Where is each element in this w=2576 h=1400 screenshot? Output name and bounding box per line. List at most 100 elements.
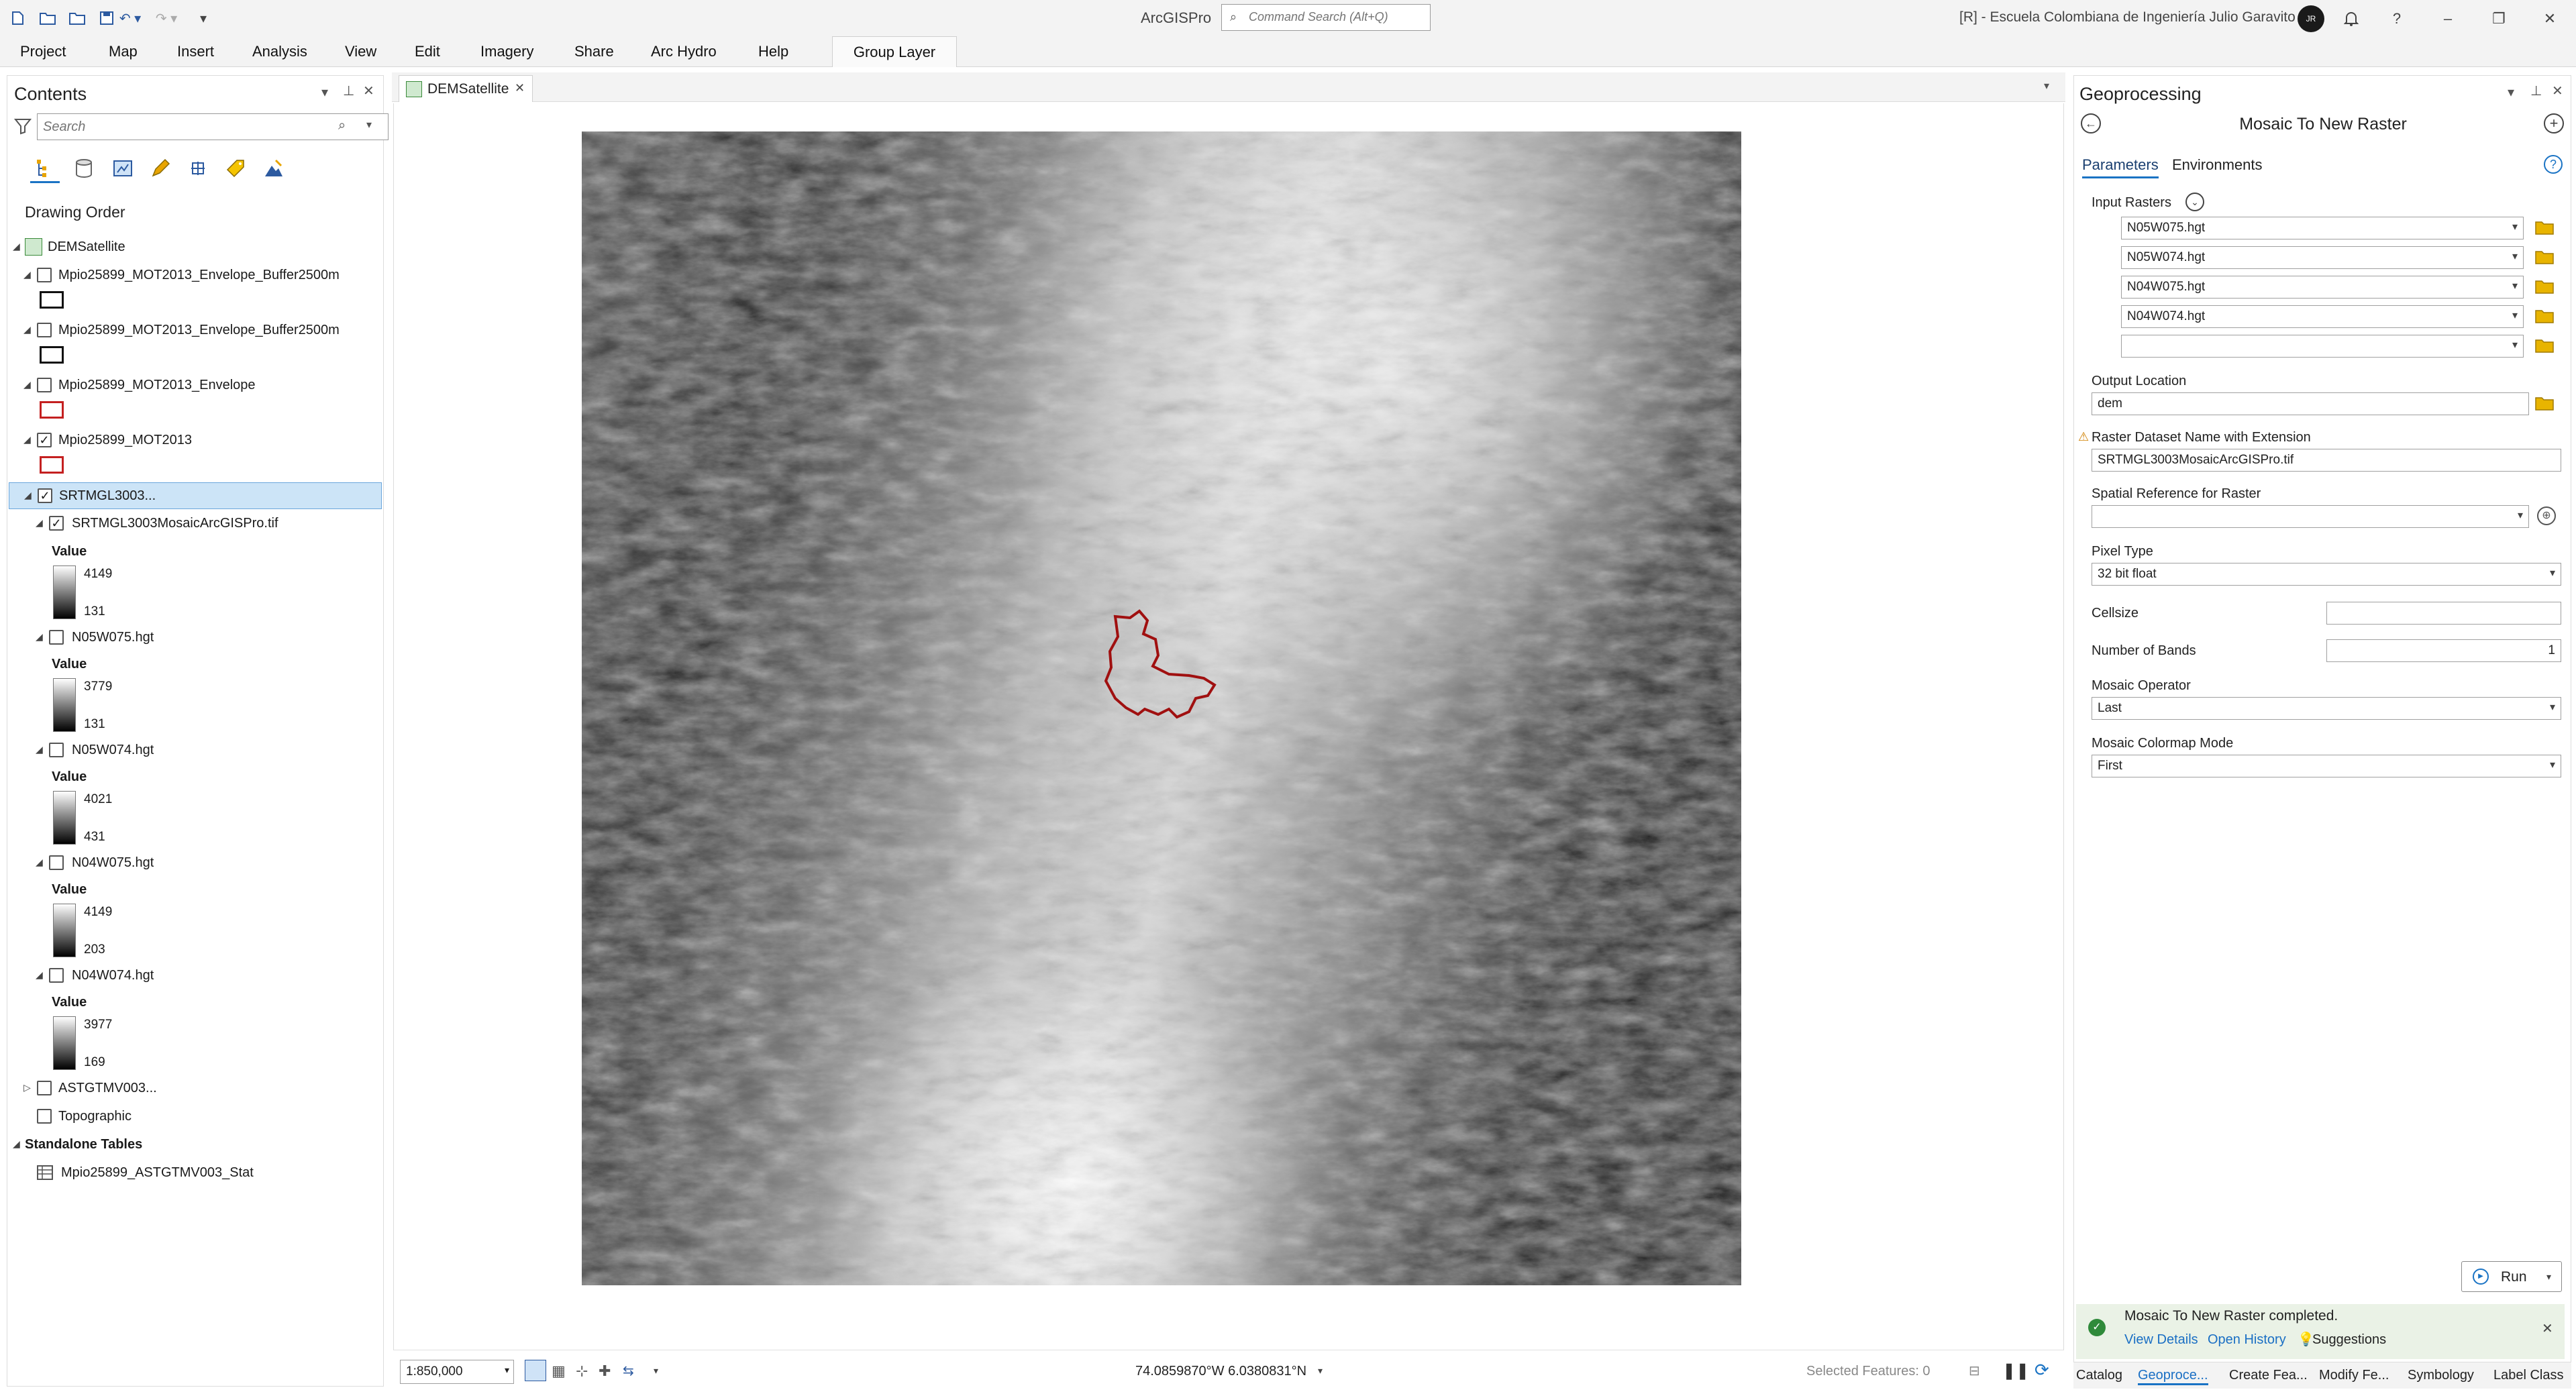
grid-icon[interactable]: ▦ — [552, 1362, 566, 1380]
input-raster-field-empty[interactable]: ▾ — [2121, 335, 2524, 358]
help-icon[interactable]: ? — [2383, 5, 2410, 32]
user-avatar[interactable]: JR — [2298, 5, 2324, 32]
browse-folder-icon[interactable] — [2534, 278, 2555, 294]
chevron-down-icon[interactable]: ▾ — [2550, 758, 2555, 771]
minimize-icon[interactable]: – — [2434, 5, 2461, 32]
input-raster-field[interactable]: N04W074.hgt ▾ — [2121, 305, 2524, 328]
chevron-down-icon[interactable]: ▾ — [2044, 79, 2049, 93]
collapse-triangle-icon[interactable]: ◢ — [23, 434, 31, 445]
chevron-down-icon[interactable]: ▾ — [2550, 700, 2555, 714]
chevron-down-icon[interactable]: ▾ — [2512, 338, 2518, 352]
close-notification-icon[interactable]: ✕ — [2542, 1320, 2553, 1337]
list-by-labeling-icon[interactable] — [221, 154, 250, 183]
new-project-icon[interactable] — [9, 9, 27, 27]
raster-layer-row[interactable]: ◢ N04W075.hgt — [7, 850, 383, 877]
table-row[interactable]: Mpio25899_ASTGTMV003_Stat — [7, 1160, 383, 1187]
open-history-link[interactable]: Open History — [2208, 1332, 2286, 1348]
layer-visibility-checkbox[interactable] — [37, 378, 52, 392]
tab-project[interactable]: Project — [20, 43, 66, 60]
chevron-down-icon[interactable]: ▾ — [1318, 1365, 1323, 1377]
pane-options-icon[interactable]: ▾ — [2508, 84, 2514, 101]
list-by-editing-icon[interactable] — [146, 154, 175, 183]
layer-visibility-checkbox[interactable] — [49, 630, 64, 645]
chevron-down-icon[interactable]: ▾ — [505, 1364, 509, 1376]
map-canvas[interactable] — [393, 103, 2064, 1350]
tab-insert[interactable]: Insert — [177, 43, 214, 60]
close-pane-icon[interactable]: ✕ — [363, 83, 374, 99]
layer-visibility-checkbox[interactable] — [49, 743, 64, 757]
map-node[interactable]: ◢ DEMSatellite — [7, 234, 383, 261]
customize-toolbar-icon[interactable]: ▾ — [195, 9, 212, 27]
cellsize-field[interactable] — [2326, 602, 2561, 625]
scale-selector[interactable]: 1:850,000 ▾ — [400, 1360, 514, 1384]
layer-visibility-checkbox[interactable]: ✓ — [38, 488, 52, 503]
chevron-down-icon[interactable]: ▾ — [2512, 250, 2518, 263]
mosaic-operator-select[interactable]: Last ▾ — [2092, 697, 2561, 720]
add-icon[interactable]: + — [2544, 113, 2564, 133]
open-project-icon[interactable] — [39, 9, 56, 27]
output-location-field[interactable]: dem — [2092, 392, 2529, 415]
globe-icon[interactable]: ⊕ — [2537, 506, 2556, 525]
chevron-down-icon[interactable]: ▾ — [2518, 508, 2523, 522]
fixed-zoom-icon[interactable] — [525, 1360, 546, 1381]
pixel-type-select[interactable]: 32 bit float ▾ — [2092, 563, 2561, 586]
layer-visibility-checkbox[interactable] — [37, 1109, 52, 1124]
close-pane-icon[interactable]: ✕ — [2552, 83, 2563, 99]
polygon-symbol[interactable] — [40, 346, 64, 364]
collapse-triangle-icon[interactable]: ◢ — [24, 490, 32, 501]
refresh-icon[interactable]: ⟳ — [2034, 1360, 2049, 1381]
pause-drawing-icon[interactable]: ❚❚ — [2002, 1361, 2029, 1381]
tab-parameters[interactable]: Parameters — [2082, 156, 2159, 178]
layer-visibility-checkbox[interactable] — [49, 968, 64, 983]
undo-icon[interactable]: ↶ ▾ — [102, 9, 142, 27]
layer-visibility-checkbox[interactable] — [37, 268, 52, 282]
layer-row[interactable]: ◢ Mpio25899_MOT2013_Envelope — [7, 372, 383, 399]
tab-group-layer[interactable]: Group Layer — [832, 36, 957, 67]
tab-imagery[interactable]: Imagery — [480, 43, 533, 60]
raster-layer-row[interactable]: ◢ ✓ SRTMGL3003MosaicArcGISPro.tif — [7, 510, 383, 537]
notifications-bell-icon[interactable] — [2338, 5, 2365, 32]
list-by-drawing-order-icon[interactable] — [30, 154, 60, 183]
input-raster-field[interactable]: N04W075.hgt ▾ — [2121, 276, 2524, 299]
collapse-triangle-icon[interactable]: ◢ — [23, 269, 31, 280]
layer-row[interactable]: ◢ ✓ Mpio25899_MOT2013 — [7, 427, 383, 454]
input-raster-field[interactable]: N05W074.hgt ▾ — [2121, 246, 2524, 269]
chevron-down-icon[interactable]: ▾ — [2512, 279, 2518, 292]
colormap-mode-select[interactable]: First ▾ — [2092, 755, 2561, 777]
refresh-table-icon[interactable]: ⊟ — [1969, 1362, 1980, 1379]
color-ramp-symbol[interactable] — [53, 678, 76, 732]
layer-row[interactable]: Topographic — [7, 1103, 383, 1130]
collapse-triangle-icon[interactable]: ◢ — [23, 324, 31, 335]
standalone-tables-header[interactable]: ◢ Standalone Tables — [7, 1132, 383, 1159]
dem-raster-image[interactable] — [582, 131, 1741, 1285]
chevron-down-icon[interactable]: ▾ — [2512, 309, 2518, 322]
selected-features-count[interactable]: Selected Features: 0 — [1806, 1364, 1930, 1379]
collapse-triangle-icon[interactable]: ◢ — [36, 969, 43, 981]
suggestions-link[interactable]: Suggestions — [2312, 1332, 2386, 1348]
expand-circle-icon[interactable]: ⌄ — [2185, 193, 2204, 211]
polygon-symbol[interactable] — [40, 456, 64, 474]
chevron-down-icon[interactable]: ▾ — [2550, 566, 2555, 580]
correction-icon[interactable]: ⇆ — [623, 1362, 634, 1379]
collapse-triangle-icon[interactable]: ◢ — [36, 744, 43, 755]
tab-share[interactable]: Share — [574, 43, 614, 60]
browse-folder-icon[interactable] — [2534, 395, 2555, 411]
command-search-input[interactable] — [1249, 10, 1423, 24]
collapse-triangle-icon[interactable]: ◢ — [13, 1138, 20, 1150]
filter-icon[interactable] — [13, 117, 32, 139]
pin-icon[interactable]: ⊥ — [343, 83, 354, 99]
pane-options-icon[interactable]: ▾ — [321, 84, 328, 101]
browse-folder-icon[interactable] — [2534, 249, 2555, 265]
view-details-link[interactable]: View Details — [2124, 1332, 2198, 1348]
pin-icon[interactable]: ⊥ — [2530, 83, 2542, 99]
color-ramp-symbol[interactable] — [53, 1016, 76, 1070]
tab-geoprocessing[interactable]: Geoproce... — [2138, 1368, 2208, 1385]
run-button[interactable]: ▶ Run ▾ — [2461, 1261, 2562, 1292]
tab-arc-hydro[interactable]: Arc Hydro — [651, 43, 717, 60]
expand-triangle-icon[interactable]: ▷ — [23, 1082, 31, 1093]
chevron-down-icon[interactable]: ▾ — [654, 1365, 658, 1377]
list-by-snapping-icon[interactable] — [183, 154, 213, 183]
color-ramp-symbol[interactable] — [53, 791, 76, 845]
layer-row[interactable]: ◢ Mpio25899_MOT2013_Envelope_Buffer2500m — [7, 317, 383, 344]
layer-visibility-checkbox[interactable] — [37, 323, 52, 337]
